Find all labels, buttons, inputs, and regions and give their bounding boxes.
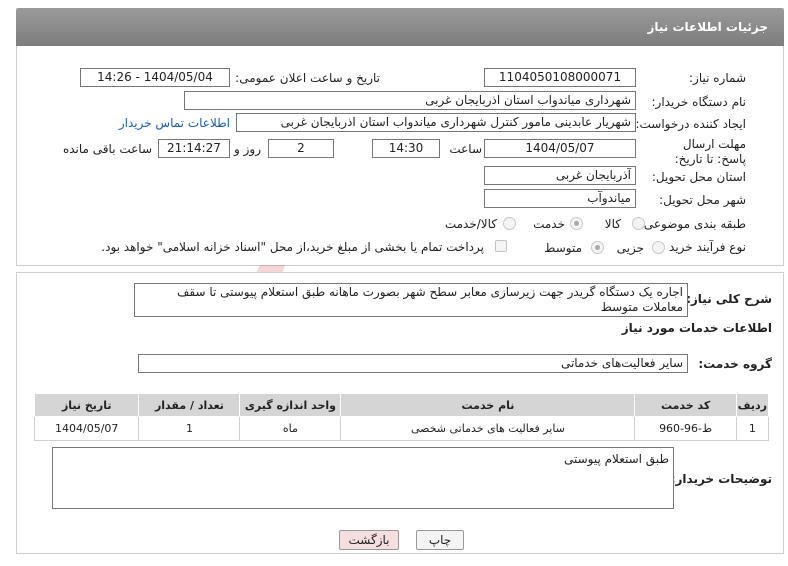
- days-label: روز و: [234, 142, 261, 156]
- treasury-checkbox[interactable]: [495, 240, 507, 252]
- buyer-org-label: نام دستگاه خریدار:: [651, 95, 747, 109]
- category-goods-radio[interactable]: [632, 217, 645, 230]
- col-code-header: کد خدمت: [634, 393, 737, 417]
- process-medium-label: متوسط: [544, 241, 582, 255]
- col-date-header: تاریخ نیاز: [33, 393, 140, 417]
- announce-label: تاریخ و ساعت اعلان عمومی:: [235, 71, 380, 85]
- back-button[interactable]: بازگشت: [339, 530, 399, 550]
- buyer-org-field: شهرداری میاندواب استان اذربایجان غربی: [184, 91, 636, 110]
- deadline-time-field: 14:30: [372, 139, 440, 158]
- process-minor-label: جزیی: [616, 241, 644, 255]
- table-row: 1 ط-96-960 سایر فعالیت های خدماتی شخصی م…: [33, 416, 770, 441]
- header-bar: جزئیات اطلاعات نیاز: [16, 8, 784, 46]
- category-service-label: خدمت: [533, 217, 565, 231]
- print-button[interactable]: چاپ: [416, 530, 464, 550]
- buyer-notes-textarea[interactable]: طبق استعلام پیوستی: [52, 447, 674, 509]
- need-number-field: 1104050108000071: [484, 68, 636, 87]
- buyer-notes-label: توضیحات خریدار:: [670, 472, 772, 486]
- province-label: استان محل تحویل:: [651, 170, 746, 184]
- service-group-label: گروه خدمت:: [698, 357, 772, 371]
- need-number-label: شماره نیاز:: [689, 71, 746, 85]
- col-qty-header: تعداد / مقدار: [138, 393, 241, 417]
- process-label: نوع فرآیند خرید :: [661, 240, 746, 254]
- creator-field: شهریار عابدینی مامور کنترل شهرداری میاند…: [236, 113, 636, 132]
- summary-label: شرح کلی نیاز:: [686, 292, 772, 306]
- remaining-time-field: 21:14:27: [158, 139, 230, 158]
- payment-note: پرداخت تمام یا بخشی از مبلغ خرید،از محل …: [101, 240, 484, 254]
- city-label: شهر محل تحویل:: [659, 193, 746, 207]
- services-table: ردیف کد خدمت نام خدمت واحد اندازه گیری ت…: [33, 393, 770, 441]
- city-field: میاندوآب: [484, 189, 636, 208]
- creator-label: ایجاد کننده درخواست:: [635, 117, 746, 131]
- deadline-label: مهلت ارسال پاسخ: تا تاریخ:: [674, 137, 746, 166]
- days-field: 2: [268, 139, 334, 158]
- col-row-header: ردیف: [735, 393, 770, 417]
- category-label: طبقه بندی موضوعی:: [639, 217, 746, 231]
- summary-textarea[interactable]: اجاره یک دستگاه گریدر جهت زیرسازی معابر …: [134, 283, 688, 317]
- cell-name: سایر فعالیت های خدماتی شخصی: [340, 416, 636, 441]
- announce-date-field: 1404/05/04 - 14:26: [80, 68, 230, 87]
- contact-info-link[interactable]: اطلاعات تماس خریدار: [119, 116, 230, 130]
- cell-qty: 1: [138, 416, 241, 441]
- page-title: جزئیات اطلاعات نیاز: [647, 20, 768, 34]
- service-group-field: سایر فعالیت‌های خدماتی: [138, 354, 688, 373]
- province-field: آذربایجان غربی: [484, 166, 636, 185]
- process-medium-radio[interactable]: [591, 241, 604, 254]
- col-name-header: نام خدمت: [340, 393, 636, 417]
- col-unit-header: واحد اندازه گیری: [239, 393, 342, 417]
- deadline-time-label: ساعت: [449, 142, 482, 156]
- table-header-row: ردیف کد خدمت نام خدمت واحد اندازه گیری ت…: [33, 393, 770, 417]
- services-section-title: اطلاعات خدمات مورد نیاز: [621, 321, 772, 335]
- cell-code: ط-96-960: [634, 416, 737, 441]
- category-service-radio[interactable]: [570, 217, 583, 230]
- deadline-date-field: 1404/05/07: [484, 139, 636, 158]
- cell-unit: ماه: [239, 416, 342, 441]
- remaining-label: ساعت باقی مانده: [62, 142, 152, 156]
- cell-row: 1: [735, 416, 770, 441]
- category-goods-label: کالا: [604, 217, 621, 231]
- process-minor-radio[interactable]: [652, 241, 665, 254]
- category-goods-service-radio[interactable]: [503, 217, 516, 230]
- category-goods-service-label: کالا/خدمت: [444, 217, 497, 231]
- cell-date: 1404/05/07: [33, 416, 140, 441]
